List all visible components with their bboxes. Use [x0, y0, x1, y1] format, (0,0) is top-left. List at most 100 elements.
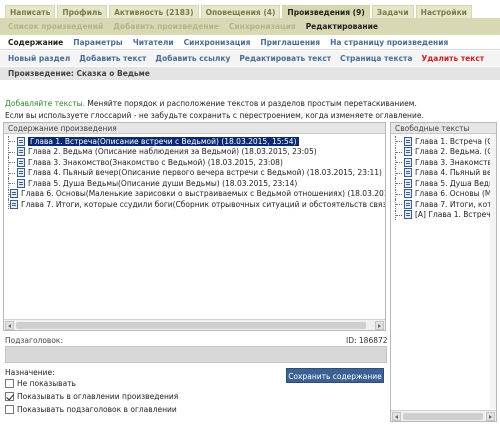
text-page-link[interactable]: Страница текста [340, 54, 412, 63]
tree-connector [8, 199, 15, 210]
tab-profile[interactable]: Профиль [57, 5, 108, 18]
document-icon [404, 210, 412, 220]
subheading-label: Подзаголовок: [5, 336, 63, 345]
checkbox-row[interactable]: Не показывать [5, 379, 76, 388]
document-icon [10, 199, 18, 209]
document-icon [404, 157, 412, 167]
tree-connector [8, 136, 16, 147]
document-icon [17, 147, 25, 157]
tree-item[interactable]: Глава 6. Основы(Маленькие зарисовки о вы… [8, 188, 385, 200]
free-text-item[interactable]: [А] Глава 1. Встреча [395, 209, 496, 221]
tree-item[interactable]: Глава 1. Встреча(Описание встречи с Ведь… [8, 136, 385, 147]
document-icon [404, 178, 412, 188]
document-icon [403, 168, 412, 178]
edit-text-link[interactable]: Редактировать текст [239, 54, 331, 63]
nav-sync[interactable]: Синхронизация [184, 38, 251, 47]
document-icon [403, 189, 412, 199]
free-text-label: Глава 3. Знакомств [415, 157, 492, 167]
tab-activity[interactable]: Активность (2183) [109, 5, 199, 18]
tree-item-label: Глава 7. Итоги, которые ссудили боги(Сбо… [21, 199, 385, 209]
document-icon [404, 147, 412, 157]
free-text-item[interactable]: Глава 2. Ведьма. (О [395, 146, 496, 158]
scroll-right-icon[interactable] [375, 321, 384, 330]
document-icon [10, 189, 18, 199]
info-line-1: Добавляйте тексты. Меняйте порядок и рас… [5, 99, 417, 108]
scroll-thumb[interactable] [16, 322, 366, 329]
free-text-item[interactable]: Глава 7. Итоги, кот [395, 199, 496, 210]
horizontal-scrollbar[interactable] [4, 319, 385, 330]
tree-connector [8, 157, 16, 168]
tree-item[interactable]: Глава 5. Душа Ведьмы(Описание души Ведьм… [8, 178, 385, 189]
subheading-input[interactable] [5, 346, 387, 363]
tree-item-label: Глава 2. Ведьма (Описание наблюдения за … [28, 147, 317, 157]
add-text-link[interactable]: Добавить текст [79, 54, 146, 63]
checkbox-show-in-toc[interactable] [5, 392, 14, 401]
save-contents-button[interactable]: Сохранить содержание [286, 368, 384, 383]
tree-item-label: Глава 5. Душа Ведьмы(Описание души Ведьм… [28, 178, 298, 188]
tree-item[interactable]: Глава 7. Итоги, которые ссудили боги(Сбо… [8, 199, 385, 210]
delete-text-link[interactable]: Удалить текст [421, 54, 484, 63]
free-text-item[interactable]: Глава 4. Пьяный веч [395, 167, 496, 179]
checkbox-row[interactable]: Показывать подзаголовок в оглавлении [5, 405, 177, 414]
nav-readers[interactable]: Читатели [133, 38, 174, 47]
subnav-add-work[interactable]: Добавить произведение [113, 22, 219, 31]
tree-connector [395, 146, 403, 157]
tree-connector [395, 167, 403, 178]
tree-connector [395, 178, 403, 189]
tree-connector [8, 178, 16, 189]
actions-toolbar: Новый раздел Добавить текст Добавить ссы… [0, 51, 500, 66]
tab-works[interactable]: Произведения (9) [282, 5, 370, 18]
vertical-scrollbar[interactable] [490, 134, 496, 409]
add-texts-link[interactable]: Добавляйте тексты. [5, 99, 85, 108]
scroll-left-icon[interactable] [5, 321, 14, 330]
new-section-link[interactable]: Новый раздел [8, 54, 70, 63]
checkbox-label: Показывать в оглавлении произведения [17, 392, 179, 401]
info-line-2: Если вы используете глоссарий - не забуд… [5, 111, 424, 120]
nav-contents[interactable]: Содержание [8, 38, 63, 47]
top-tabs: Написать Профиль Активность (2183) Опове… [0, 5, 472, 18]
tab-notifications[interactable]: Оповещения (4) [200, 5, 281, 18]
free-text-item[interactable]: Глава 6. Основы (Ма [395, 188, 496, 200]
tree-connector [395, 199, 403, 210]
tree-item-label: Глава 1. Встреча(Описание встречи с Ведь… [28, 136, 299, 146]
tab-write[interactable]: Написать [5, 5, 56, 18]
scroll-left-icon[interactable] [392, 412, 401, 421]
free-text-label: [А] Глава 1. Встреча [415, 210, 496, 220]
free-text-label: Глава 7. Итоги, кот [415, 199, 492, 209]
free-text-item[interactable]: Глава 3. Знакомств [395, 157, 496, 168]
id-label: ID: 186872 [346, 336, 388, 345]
tree-item[interactable]: Глава 3. Знакомство(Знакомство с Ведьмой… [8, 157, 385, 168]
checkbox-label: Показывать подзаголовок в оглавлении [17, 405, 177, 414]
checkbox-show-subheading[interactable] [5, 405, 14, 414]
scroll-thumb[interactable] [403, 413, 483, 420]
document-icon [17, 136, 25, 146]
nav-invitations[interactable]: Приглашения [260, 38, 320, 47]
free-text-item[interactable]: Глава 1. Встреча (О [395, 136, 496, 147]
subnav-sync[interactable]: Синхронизация [229, 22, 296, 31]
free-text-label: Глава 2. Ведьма. (О [415, 147, 494, 157]
tab-settings[interactable]: Настройки [415, 5, 472, 18]
subnav-works-list[interactable]: Список произведений [8, 22, 103, 31]
tree-item[interactable]: Глава 2. Ведьма (Описание наблюдения за … [8, 146, 385, 158]
subnav-edit[interactable]: Редактирование [306, 22, 378, 31]
tree-item[interactable]: Глава 4. Пьяный вечер(Описание первого в… [8, 167, 385, 179]
scroll-right-icon[interactable] [486, 412, 495, 421]
nav-work-page[interactable]: На страницу произведения [330, 38, 448, 47]
work-title: Произведение: Сказка о Ведьме [0, 67, 500, 80]
tree-connector [395, 209, 403, 220]
works-subnav: Список произведений Добавить произведени… [0, 18, 500, 35]
nav-parameters[interactable]: Параметры [73, 38, 122, 47]
checkbox-label: Не показывать [17, 379, 76, 388]
add-link-link[interactable]: Добавить ссылку [155, 54, 230, 63]
tree-item-label: Глава 6. Основы(Маленькие зарисовки о вы… [21, 189, 385, 199]
edit-nav: Содержание Параметры Читатели Синхрониза… [0, 36, 500, 50]
free-text-label: Глава 1. Встреча (О [415, 136, 494, 146]
tab-tasks[interactable]: Задачи [371, 5, 414, 18]
free-text-item[interactable]: Глава 5. Душа Ведь [395, 178, 496, 189]
free-texts-panel-title: Свободные тексты [391, 123, 496, 134]
checkbox-row[interactable]: Показывать в оглавлении произведения [5, 392, 178, 401]
horizontal-scrollbar[interactable] [391, 410, 496, 421]
checkbox-hide[interactable] [5, 379, 14, 388]
free-text-label: Глава 4. Пьяный веч [414, 168, 496, 178]
document-icon [404, 199, 412, 209]
